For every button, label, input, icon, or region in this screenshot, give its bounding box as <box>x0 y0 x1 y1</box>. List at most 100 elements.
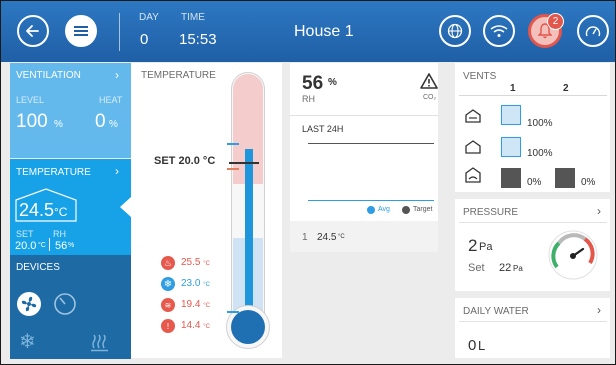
back-button[interactable] <box>17 15 49 47</box>
vent-bar-1-1 <box>501 105 521 125</box>
thermometer-bulb <box>231 310 265 344</box>
day-value: 0 <box>140 31 149 48</box>
heat-unit: % <box>109 119 118 130</box>
time-label: TIME <box>181 12 205 23</box>
temperature-tile[interactable]: TEMPERATURE › 24.5 °C SET RH 20.0 °C 56 … <box>10 159 131 255</box>
set-temp-unit: °C <box>38 242 46 249</box>
legend-value: 23.0 °C <box>181 278 210 289</box>
network-button[interactable] <box>483 15 515 47</box>
fan-icon <box>21 296 37 312</box>
vents-header-divider <box>459 95 607 96</box>
curtain-icon <box>465 167 481 183</box>
legend-high-temp-value: 25.5 <box>181 257 201 268</box>
vent-column-1: 1 <box>510 83 516 94</box>
legend-unit: °C <box>203 303 210 309</box>
pressure-unit: Pa <box>479 241 493 253</box>
cool-setpoint-marker <box>227 143 239 145</box>
last24-label: LAST 24H <box>302 124 344 134</box>
snowflake-icon: ❄ <box>161 277 175 291</box>
current-temp-unit: °C <box>54 205 68 219</box>
set-temp-value: 20.0 <box>15 240 37 252</box>
vent-value: 0% <box>581 177 596 188</box>
avg-line <box>308 200 434 201</box>
rh-percent-value: 56 <box>302 73 324 94</box>
daily-water-unit: L <box>478 338 486 353</box>
chevron-right-icon: › <box>597 204 601 218</box>
inlet-icon <box>465 109 481 123</box>
current-temp-value: 24.5 <box>19 200 55 220</box>
legend-low-temp-value: 14.4 <box>181 320 201 331</box>
devices-tile[interactable]: DEVICES ❄ <box>10 255 131 359</box>
globe-icon <box>447 23 463 39</box>
legend-avg: Avg <box>378 206 390 213</box>
daily-water-card[interactable]: DAILY WATER › 0 L <box>455 298 610 358</box>
ventilation-title: VENTILATION <box>16 70 81 81</box>
warning-icon <box>420 73 438 89</box>
pressure-gauge-icon <box>548 230 598 280</box>
chevron-right-icon: › <box>115 164 119 178</box>
vent-column-2: 2 <box>563 83 569 94</box>
ventilation-tile[interactable]: VENTILATION › LEVEL HEAT 100 % 0 % <box>10 63 131 158</box>
fan-device[interactable] <box>17 292 41 316</box>
selection-pointer <box>120 197 131 217</box>
legend-value: 19.4 °C <box>181 299 210 310</box>
water-divider <box>459 321 607 322</box>
sensor-unit: °C <box>338 234 345 240</box>
gauge-icon <box>585 26 601 37</box>
language-button[interactable] <box>439 15 471 47</box>
timer-icon[interactable] <box>53 292 77 316</box>
legend-value: 14.4 °C <box>181 320 210 331</box>
tunnel-icon <box>465 140 481 154</box>
level-label: LEVEL <box>16 95 45 105</box>
heater-icon: ≋ <box>161 298 175 312</box>
menu-button[interactable] <box>65 15 97 47</box>
set-marker-line <box>229 162 259 164</box>
top-bar: DAY 0 TIME 15:53 House 1 2 <box>1 1 615 62</box>
rh-label: RH <box>53 229 66 239</box>
legend-value: 25.5 °C <box>181 257 210 268</box>
legend-heat-temp-value: 19.4 <box>181 299 201 310</box>
legend-target: Target <box>413 206 433 213</box>
snowflake-icon[interactable]: ❄ <box>19 332 36 352</box>
pressure-set-unit: Pa <box>513 264 523 273</box>
target-dot-icon <box>402 206 410 214</box>
legend-unit: °C <box>203 282 210 288</box>
daily-water-value: 0 <box>468 337 477 354</box>
heater-icon[interactable] <box>90 334 110 352</box>
humidity-panel[interactable]: 56 % RH CO₂ LAST 24H Avg Target 1 24.5 °… <box>290 63 438 252</box>
heat-label: HEAT <box>99 95 123 105</box>
legend-cool-temp-value: 23.0 <box>181 278 201 289</box>
legend-unit: °C <box>203 324 210 330</box>
low-alarm-marker <box>227 311 239 313</box>
vent-bar-2-1 <box>501 137 521 157</box>
devices-title: DEVICES <box>16 262 60 273</box>
rh-value: 56 <box>55 240 68 252</box>
topbar-divider <box>119 13 120 51</box>
heat-setpoint-marker <box>227 168 239 170</box>
temperature-panel-title: TEMPERATURE <box>141 70 216 81</box>
daily-water-title: DAILY WATER <box>463 306 529 317</box>
vent-value: 100% <box>527 118 553 129</box>
set-temp-label: SET 20.0 °C <box>154 155 216 167</box>
speed-button[interactable] <box>577 15 609 47</box>
sensor-value: 24.5 <box>317 232 337 243</box>
pressure-divider <box>459 222 607 223</box>
chevron-right-icon: › <box>115 68 119 82</box>
pressure-value: 2 <box>468 236 478 255</box>
temperature-panel: TEMPERATURE SET 20.0 °C ♨ 25.5 °C ❄ 23.0… <box>131 63 282 358</box>
set-label: SET <box>16 229 34 239</box>
time-value: 15:53 <box>179 31 217 48</box>
sensor-index: 1 <box>302 232 308 243</box>
avg-dot-icon <box>367 206 375 214</box>
vents-card[interactable]: VENTS 1 2 100% 100% 0% 0% <box>455 63 610 192</box>
pressure-card[interactable]: PRESSURE › 2 Pa Set 22 Pa <box>455 199 610 291</box>
heat-value: 0 <box>95 111 106 132</box>
pressure-set-value: 22 <box>499 262 512 274</box>
vent-value: 100% <box>527 148 553 159</box>
temperature-tile-title: TEMPERATURE <box>16 167 91 178</box>
legend-unit: °C <box>203 261 210 267</box>
rh-percent-unit: % <box>328 77 337 88</box>
target-line <box>308 143 434 144</box>
back-arrow-icon <box>26 25 39 37</box>
heat-icon: ♨ <box>161 256 175 270</box>
